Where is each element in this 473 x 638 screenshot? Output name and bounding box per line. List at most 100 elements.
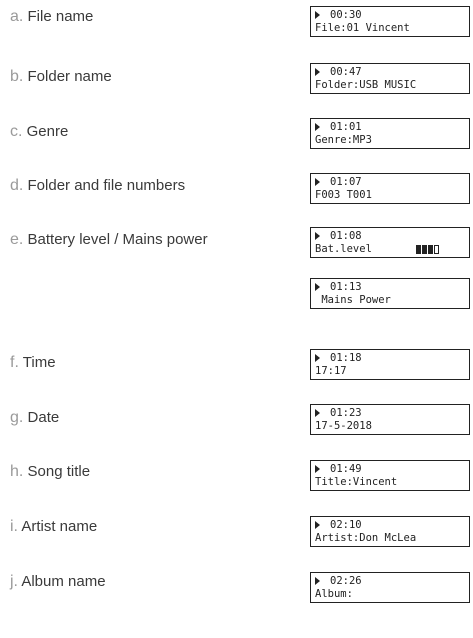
battery-segment bbox=[434, 245, 439, 254]
item-letter: h. bbox=[10, 463, 24, 480]
lcd-row-info: Album: bbox=[315, 588, 469, 601]
lcd-info-text: 17-5-2018 bbox=[315, 420, 372, 432]
lcd-row-status: 01:23 bbox=[315, 407, 469, 420]
item-label: d. Folder and file numbers bbox=[10, 177, 185, 195]
play-icon bbox=[315, 123, 320, 131]
item-label: h. Song title bbox=[10, 463, 90, 481]
lcd-info-text: F003 T001 bbox=[315, 189, 372, 201]
lcd-row-status: 01:01 bbox=[315, 121, 469, 134]
lcd-display: 01:13 Mains Power bbox=[310, 278, 470, 309]
play-icon bbox=[315, 354, 320, 362]
play-icon bbox=[315, 409, 320, 417]
play-icon bbox=[315, 283, 320, 291]
item-letter: b. bbox=[10, 68, 24, 85]
lcd-row-status: 02:26 bbox=[315, 575, 469, 588]
item-letter: i. bbox=[10, 518, 18, 535]
item-text: Folder name bbox=[27, 68, 112, 85]
lcd-time: 00:47 bbox=[330, 66, 362, 78]
lcd-row-info: 17-5-2018 bbox=[315, 420, 469, 433]
play-icon bbox=[315, 178, 320, 186]
lcd-display: 01:23 17-5-2018 bbox=[310, 404, 470, 435]
lcd-time: 01:08 bbox=[330, 230, 362, 242]
lcd-time: 01:23 bbox=[330, 407, 362, 419]
lcd-row-info: Mains Power bbox=[315, 294, 469, 307]
lcd-info-text: Mains Power bbox=[315, 294, 391, 306]
item-text: Date bbox=[27, 409, 60, 426]
lcd-time: 01:49 bbox=[330, 463, 362, 475]
lcd-display: 02:26 Album: bbox=[310, 572, 470, 603]
item-text: File name bbox=[27, 8, 94, 25]
lcd-time: 02:10 bbox=[330, 519, 362, 531]
item-letter: g. bbox=[10, 409, 24, 426]
lcd-info-text: 17:17 bbox=[315, 365, 347, 377]
battery-segment bbox=[428, 245, 433, 254]
lcd-row-info: Bat.level bbox=[315, 243, 469, 256]
item-label: g. Date bbox=[10, 409, 59, 427]
lcd-row-info: 17:17 bbox=[315, 365, 469, 378]
item-letter: j. bbox=[10, 573, 18, 590]
lcd-info-text: Album: bbox=[315, 588, 353, 600]
lcd-display: 00:30 File:01 Vincent bbox=[310, 6, 470, 37]
lcd-row-status: 00:30 bbox=[315, 9, 469, 22]
item-letter: e. bbox=[10, 231, 24, 248]
lcd-display: 01:01 Genre:MP3 bbox=[310, 118, 470, 149]
item-label: b. Folder name bbox=[10, 68, 112, 86]
item-text: Artist name bbox=[21, 518, 98, 535]
item-letter: f. bbox=[10, 354, 19, 371]
lcd-info-text: Folder:USB MUSIC bbox=[315, 79, 417, 91]
lcd-display: 01:08 Bat.level bbox=[310, 227, 470, 258]
item-text: Battery level / Mains power bbox=[27, 231, 208, 248]
lcd-time: 01:01 bbox=[330, 121, 362, 133]
lcd-row-status: 01:49 bbox=[315, 463, 469, 476]
play-icon bbox=[315, 68, 320, 76]
item-label: i. Artist name bbox=[10, 518, 97, 536]
item-text: Song title bbox=[27, 463, 91, 480]
lcd-info-text: File:01 Vincent bbox=[315, 22, 410, 34]
lcd-time: 01:18 bbox=[330, 352, 362, 364]
item-letter: d. bbox=[10, 177, 24, 194]
item-text: Folder and file numbers bbox=[27, 177, 186, 194]
lcd-row-status: 00:47 bbox=[315, 66, 469, 79]
play-icon bbox=[315, 232, 320, 240]
item-label: f. Time bbox=[10, 354, 56, 372]
lcd-info-text: Title:Vincent bbox=[315, 476, 398, 488]
lcd-display: 01:07 F003 T001 bbox=[310, 173, 470, 204]
play-icon bbox=[315, 521, 320, 529]
lcd-row-info: Title:Vincent bbox=[315, 476, 469, 489]
play-icon bbox=[315, 11, 320, 19]
lcd-row-status: 01:13 bbox=[315, 281, 469, 294]
lcd-info-text: Artist:Don McLea bbox=[315, 532, 417, 544]
item-label: c. Genre bbox=[10, 123, 68, 141]
lcd-row-info: Folder:USB MUSIC bbox=[315, 79, 469, 92]
item-label: j. Album name bbox=[10, 573, 106, 591]
lcd-time: 01:07 bbox=[330, 176, 362, 188]
play-icon bbox=[315, 465, 320, 473]
lcd-info-text: Genre:MP3 bbox=[315, 134, 372, 146]
lcd-row-info: File:01 Vincent bbox=[315, 22, 469, 35]
lcd-display: 00:47 Folder:USB MUSIC bbox=[310, 63, 470, 94]
lcd-row-status: 01:18 bbox=[315, 352, 469, 365]
battery-icon bbox=[416, 245, 440, 254]
lcd-time: 00:30 bbox=[330, 9, 362, 21]
lcd-row-info: Artist:Don McLea bbox=[315, 532, 469, 545]
item-letter: a. bbox=[10, 8, 24, 25]
lcd-row-status: 01:07 bbox=[315, 176, 469, 189]
item-text: Time bbox=[22, 354, 56, 371]
lcd-display: 01:18 17:17 bbox=[310, 349, 470, 380]
item-letter: c. bbox=[10, 123, 23, 140]
item-text: Album name bbox=[21, 573, 106, 590]
lcd-display: 01:49 Title:Vincent bbox=[310, 460, 470, 491]
item-text: Genre bbox=[26, 123, 69, 140]
lcd-row-status: 02:10 bbox=[315, 519, 469, 532]
battery-segment bbox=[422, 245, 427, 254]
lcd-row-info: Genre:MP3 bbox=[315, 134, 469, 147]
lcd-info-text: Bat.level bbox=[315, 243, 372, 255]
battery-segment bbox=[416, 245, 421, 254]
lcd-row-status: 01:08 bbox=[315, 230, 469, 243]
item-label: e. Battery level / Mains power bbox=[10, 231, 208, 249]
lcd-display: 02:10 Artist:Don McLea bbox=[310, 516, 470, 547]
item-label: a. File name bbox=[10, 8, 93, 26]
lcd-time: 02:26 bbox=[330, 575, 362, 587]
play-icon bbox=[315, 577, 320, 585]
lcd-row-info: F003 T001 bbox=[315, 189, 469, 202]
